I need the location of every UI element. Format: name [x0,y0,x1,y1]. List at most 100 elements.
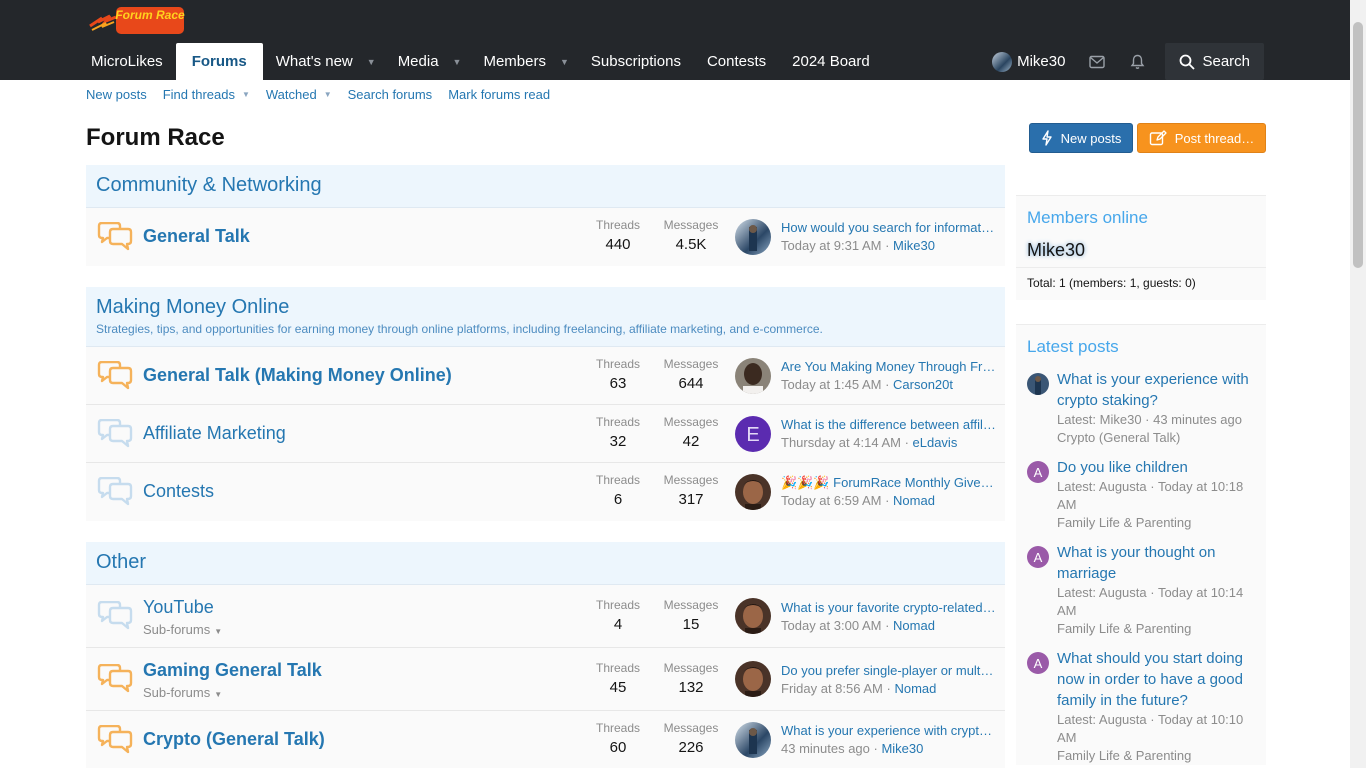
last-poster-avatar[interactable] [735,357,771,394]
last-post-user[interactable]: Mike30 [881,741,923,756]
inbox-button[interactable] [1077,43,1117,80]
threads-stat: Threads 63 [583,357,653,392]
new-posts-button[interactable]: New posts [1029,123,1133,153]
chevron-down-icon[interactable]: ▼ [560,57,569,67]
threads-count: 440 [605,236,631,253]
forum-title[interactable]: YouTube [143,597,214,618]
chevron-down-icon[interactable]: ▼ [367,57,376,67]
last-post-time[interactable]: Today at 6:59 AM [781,493,881,508]
last-post-time[interactable]: Today at 1:45 AM [781,377,881,392]
latest-posts-title[interactable]: Latest posts [1016,325,1266,369]
category-title[interactable]: Making Money Online [96,296,995,319]
latest-post-title[interactable]: Do you like children [1057,457,1255,478]
last-post-title[interactable]: What is the difference between affiliate… [781,417,996,432]
scrollbar-thumb[interactable] [1353,22,1363,268]
poster-avatar[interactable]: A [1027,546,1049,568]
subnav-watched[interactable]: Watched ▼ [266,87,332,102]
messages-stat: Messages 317 [656,473,726,508]
last-poster-avatar[interactable] [735,219,771,255]
nav-tab-microlikes[interactable]: MicroLikes [78,43,176,80]
poster-avatar[interactable]: A [1027,461,1049,483]
last-poster-avatar[interactable] [735,722,771,758]
nav-tab-2024-board[interactable]: 2024 Board [779,43,883,80]
last-post-user[interactable]: Mike30 [893,238,935,253]
latest-post-title[interactable]: What is your experience with crypto stak… [1057,369,1255,411]
subnav-search-forums[interactable]: Search forums [348,87,433,102]
last-poster-avatar[interactable] [735,474,771,510]
subnav-new-posts[interactable]: New posts [86,87,147,102]
last-post-meta: Today at 9:31 AM · Mike30 [781,238,935,253]
latest-post-forum[interactable]: Family Life & Parenting [1057,620,1255,638]
user-menu[interactable]: Mike30 [980,43,1077,80]
subnav-find-threads[interactable]: Find threads ▼ [163,87,250,102]
forum-title[interactable]: General Talk (Making Money Online) [143,365,452,386]
latest-post-forum[interactable]: Crypto (General Talk) [1057,429,1255,447]
nav-tab-media[interactable]: Media ▼ [385,43,471,80]
subforums-toggle[interactable]: Sub-forums ▼ [143,622,222,637]
forum-title[interactable]: Gaming General Talk [143,660,322,681]
poster-avatar[interactable]: A [1027,652,1049,674]
nav-tab-label: Members [483,53,546,70]
forum-bubble-icon [97,418,133,447]
forum-bubble-icon [97,664,133,693]
latest-post-forum[interactable]: Family Life & Parenting [1057,514,1255,532]
members-online-title[interactable]: Members online [1016,196,1266,236]
subforums-toggle[interactable]: Sub-forums ▼ [143,685,222,700]
nav-tab-forums[interactable]: Forums [175,43,263,80]
post-thread-button[interactable]: Post thread… [1137,123,1266,153]
last-post-title[interactable]: What is your experience with crypto stak… [781,723,996,738]
threads-label: Threads [595,661,641,675]
poster-avatar[interactable] [1027,373,1049,395]
page-title: Forum Race [86,124,225,151]
latest-post-forum[interactable]: Family Life & Parenting [1057,747,1255,765]
forum-bubble-icon [97,725,133,754]
avatar-image [735,474,771,510]
last-post-meta: Friday at 8:56 AM · Nomad [781,681,937,696]
nav-tab-members[interactable]: Members ▼ [470,43,577,80]
nav-tab-subscriptions[interactable]: Subscriptions [578,43,694,80]
sidebar: Members online Mike30 Total: 1 (members:… [1016,195,1266,768]
forum-title[interactable]: Affiliate Marketing [143,423,286,444]
forum-title[interactable]: Crypto (General Talk) [143,729,325,750]
messages-count: 42 [682,433,700,450]
last-post-time[interactable]: Thursday at 4:14 AM [781,435,901,450]
subnav-mark-read[interactable]: Mark forums read [448,87,550,102]
last-post-user[interactable]: Carson20t [893,377,953,392]
threads-count: 63 [609,375,627,392]
last-post-user[interactable]: eLdavis [913,435,958,450]
last-post-title[interactable]: What is your favorite crypto-related You… [781,600,996,615]
avatar-image: E [735,415,771,452]
forum-title[interactable]: Contests [143,481,214,502]
forum-race-logo[interactable]: Forum Race [88,4,188,38]
last-post-time[interactable]: Today at 3:00 AM [781,618,881,633]
search-button[interactable]: Search [1165,43,1264,80]
chevron-down-icon[interactable]: ▼ [453,57,462,67]
category-title[interactable]: Other [96,551,995,574]
last-post-time[interactable]: Friday at 8:56 AM [781,681,883,696]
avatar-image [735,661,771,697]
last-poster-avatar[interactable]: E [735,415,771,452]
last-post-time[interactable]: Today at 9:31 AM [781,238,881,253]
last-post-time[interactable]: 43 minutes ago [781,741,870,756]
last-post-user[interactable]: Nomad [893,493,935,508]
page-scrollbar[interactable] [1350,0,1366,768]
last-post-user[interactable]: Nomad [894,681,936,696]
nav-tab-contests[interactable]: Contests [694,43,779,80]
latest-post-title[interactable]: What should you start doing now in order… [1057,648,1255,711]
post-thread-label: Post thread… [1174,130,1255,146]
last-post-title[interactable]: Are You Making Money Through Freelancing… [781,359,996,374]
latest-post-title[interactable]: What is your thought on marriage [1057,542,1255,584]
last-poster-avatar[interactable] [735,661,771,697]
last-post-user[interactable]: Nomad [893,618,935,633]
last-post-title[interactable]: How would you search for information abo… [781,220,996,235]
avatar-image [735,722,771,758]
chevron-down-icon: ▼ [241,89,250,99]
last-post-title[interactable]: 🎉🎉🎉 ForumRace Monthly Giveaway [781,475,996,491]
last-poster-avatar[interactable] [735,598,771,634]
nav-tab-what-s-new[interactable]: What's new ▼ [263,43,385,80]
forum-title[interactable]: General Talk [143,226,250,247]
online-user[interactable]: Mike30 [1016,236,1266,267]
last-post-title[interactable]: Do you prefer single-player or multiplay… [781,663,996,678]
alerts-button[interactable] [1117,43,1157,80]
category-title[interactable]: Community & Networking [96,174,995,197]
